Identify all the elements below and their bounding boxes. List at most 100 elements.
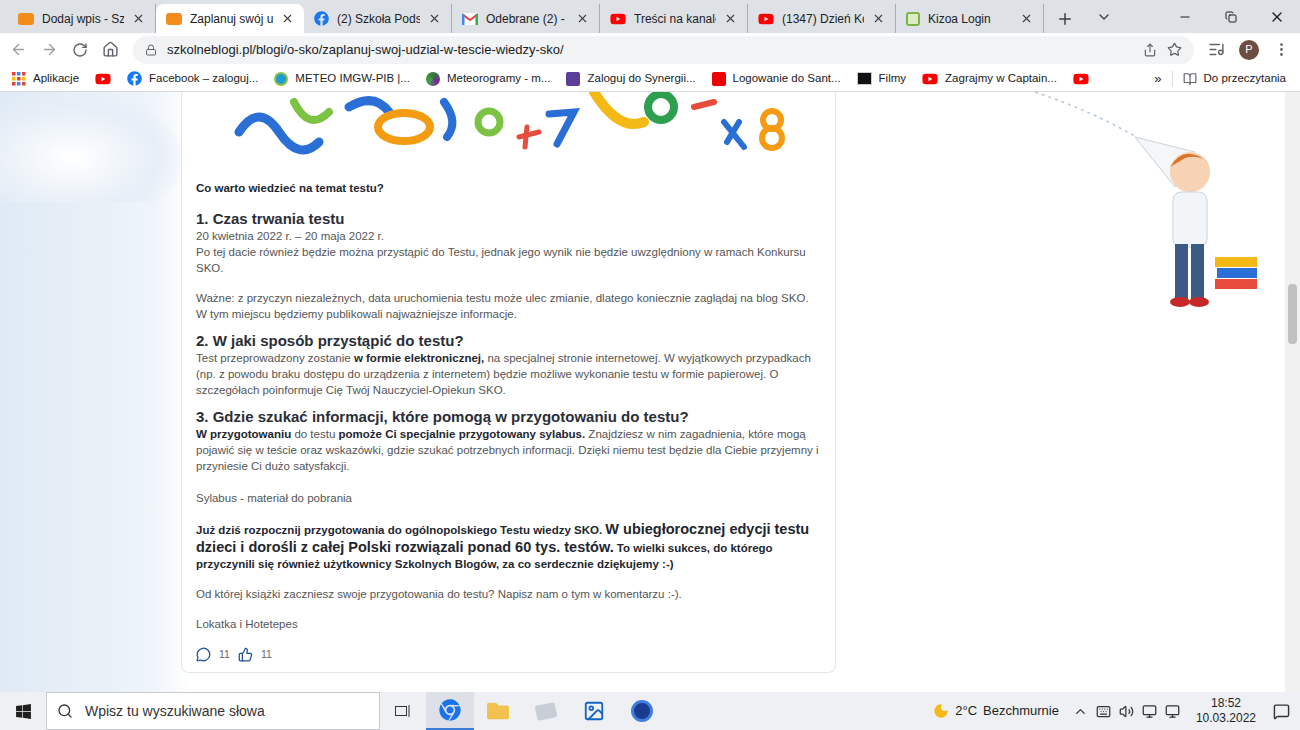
- article-card: Co warto wiedzieć na temat testu?1. Czas…: [181, 92, 836, 673]
- bookmark[interactable]: [95, 71, 111, 87]
- security-taskbar-app[interactable]: [618, 692, 666, 730]
- text-run: Lokatka i Hotetepes: [196, 618, 298, 630]
- restore-button[interactable]: [1208, 0, 1254, 33]
- bookmark[interactable]: METEO IMGW-PIB |...: [274, 70, 410, 87]
- browser-tab[interactable]: Kizoa Login: [896, 4, 1044, 33]
- system-tray: [1073, 704, 1190, 719]
- bookmark[interactable]: Logowanie do Sant...: [712, 70, 841, 87]
- tablet-taskbar-app[interactable]: [522, 692, 570, 730]
- scrollbar[interactable]: [1285, 92, 1300, 692]
- article-section: 1. Czas trwania testu20 kwietnia 2022 r.…: [196, 210, 821, 322]
- santander-icon: [712, 72, 726, 86]
- page: Co warto wiedzieć na temat testu?1. Czas…: [0, 92, 1285, 692]
- menu-icon[interactable]: [1273, 41, 1290, 58]
- chrome-icon: [439, 699, 461, 721]
- paragraph: Test przeprowadzony zostanie w formie el…: [196, 350, 821, 398]
- bookmarks-more[interactable]: »: [1144, 69, 1171, 89]
- close-icon: [1269, 9, 1285, 25]
- paragraph: Lokatka i Hotetepes: [196, 616, 821, 632]
- article-body: Co warto wiedzieć na temat testu?1. Czas…: [196, 170, 821, 666]
- browser-tab[interactable]: Zaplanuj swój ud: [156, 4, 304, 33]
- right-column: [836, 92, 1285, 692]
- bookmark[interactable]: Aplikacje: [12, 70, 79, 87]
- tab-search-icon[interactable]: [1096, 9, 1112, 25]
- paragraph: Po tej dacie również będzie można przyst…: [196, 244, 821, 276]
- keyboard-icon[interactable]: [1096, 704, 1111, 719]
- close-tab-icon[interactable]: [872, 12, 885, 25]
- close-tab-icon[interactable]: [724, 12, 737, 25]
- back-icon[interactable]: [10, 41, 27, 58]
- bookmark[interactable]: Facebook – zaloguj...: [127, 70, 258, 87]
- comment-icon[interactable]: [196, 647, 211, 662]
- search-icon: [57, 703, 73, 719]
- clock[interactable]: 18:5210.03.2022: [1190, 696, 1262, 726]
- text-run: Od której książki zaczniesz swoje przygo…: [196, 588, 682, 600]
- browser-tab[interactable]: Odebrane (2) - sk: [452, 4, 600, 33]
- youtube-icon: [610, 11, 626, 27]
- explorer-taskbar-app[interactable]: [474, 692, 522, 730]
- home-icon[interactable]: [102, 41, 119, 58]
- tab-title: Zaplanuj swój ud: [190, 10, 273, 28]
- text-run: Sylabus - materiał do pobrania: [196, 492, 352, 504]
- start-button[interactable]: [0, 692, 46, 730]
- close-tab-icon[interactable]: [428, 12, 441, 25]
- lock-icon: [145, 44, 157, 56]
- kid-with-paper-plane-icon: [1035, 92, 1275, 322]
- gmail-icon: [462, 13, 478, 25]
- notifications-icon: [1273, 703, 1290, 720]
- scrollbar-thumb[interactable]: [1288, 284, 1297, 344]
- text-run: Ważne: z przyczyn niezależnych, data uru…: [196, 292, 809, 320]
- like-icon[interactable]: [238, 647, 253, 662]
- browser-tab[interactable]: (1347) Dzień Kob: [748, 4, 896, 33]
- paragraph: Od której książki zaczniesz swoje przygo…: [196, 586, 821, 602]
- address-bar[interactable]: szkolneblogi.pl/blogi/o-sko/zaplanuj-swo…: [133, 36, 1194, 64]
- youtube-icon: [1073, 71, 1089, 87]
- synergia-icon: [566, 72, 580, 86]
- tab-title: Treści na kanale: [634, 10, 716, 28]
- close-tab-icon[interactable]: [576, 12, 589, 25]
- chrome-taskbar-app[interactable]: [426, 692, 474, 730]
- browser-tab[interactable]: (2) Szkoła Podsta: [304, 4, 452, 33]
- reading-list[interactable]: Do przeczytania: [1183, 70, 1286, 87]
- bookmark[interactable]: [1073, 71, 1089, 87]
- close-tab-icon[interactable]: [132, 12, 145, 25]
- volume-icon[interactable]: [1119, 704, 1134, 719]
- share-icon[interactable]: [1143, 43, 1157, 57]
- restore-icon: [1225, 11, 1237, 23]
- bookmark[interactable]: Meteorogramy - m...: [426, 70, 551, 87]
- browser-tab[interactable]: Treści na kanale: [600, 4, 748, 33]
- bookmark[interactable]: Filmy: [857, 70, 906, 87]
- reload-icon[interactable]: [72, 42, 88, 58]
- bookmark[interactable]: Zaloguj do Synergii...: [566, 70, 695, 87]
- minimize-button[interactable]: [1162, 0, 1208, 33]
- paragraph: Ważne: z przyczyn niezależnych, data uru…: [196, 290, 821, 322]
- new-tab-icon[interactable]: [1056, 10, 1074, 28]
- paragraph: W przygotowaniu do testu pomoże Ci specj…: [196, 426, 821, 474]
- bookmark[interactable]: Zagrajmy w Captain...: [922, 70, 1057, 87]
- display-icon[interactable]: [1165, 704, 1180, 719]
- notifications-button[interactable]: [1262, 692, 1300, 730]
- screen: Dodaj wpis - Szk Zaplanuj swój ud (2) Szko…: [0, 0, 1300, 730]
- close-button[interactable]: [1254, 0, 1300, 33]
- show-hidden-icons-icon[interactable]: [1073, 704, 1088, 719]
- close-tab-icon[interactable]: [281, 12, 294, 25]
- text-run: pomoże Ci specjalnie przygotowany sylabu…: [339, 428, 586, 440]
- paragraph: Sylabus - materiał do pobrania: [196, 490, 821, 506]
- media-control-icon[interactable]: [1208, 41, 1225, 58]
- page-viewport: Co warto wiedzieć na temat testu?1. Czas…: [0, 92, 1300, 692]
- close-tab-icon[interactable]: [1020, 12, 1033, 25]
- task-view-button[interactable]: [380, 692, 426, 730]
- weather-widget[interactable]: 2°CBezchmurnie: [933, 701, 1073, 721]
- facebook-icon: [314, 11, 329, 26]
- bookmark-star-icon[interactable]: [1167, 42, 1182, 57]
- browser-tab[interactable]: Dodaj wpis - Szk: [8, 4, 156, 33]
- taskbar: Wpisz tu wyszukiwane słowa 2°CBezchmurnie…: [0, 692, 1300, 730]
- facebook-icon: [127, 71, 142, 86]
- profile-avatar[interactable]: P: [1239, 40, 1259, 60]
- network-icon[interactable]: [1142, 704, 1157, 719]
- photos-taskbar-app[interactable]: [570, 692, 618, 730]
- forward-icon[interactable]: [41, 41, 58, 58]
- section-heading: 3. Gdzie szukać informacji, które pomogą…: [196, 408, 821, 426]
- numbers-illustration: [199, 92, 818, 170]
- taskbar-search[interactable]: Wpisz tu wyszukiwane słowa: [46, 692, 380, 730]
